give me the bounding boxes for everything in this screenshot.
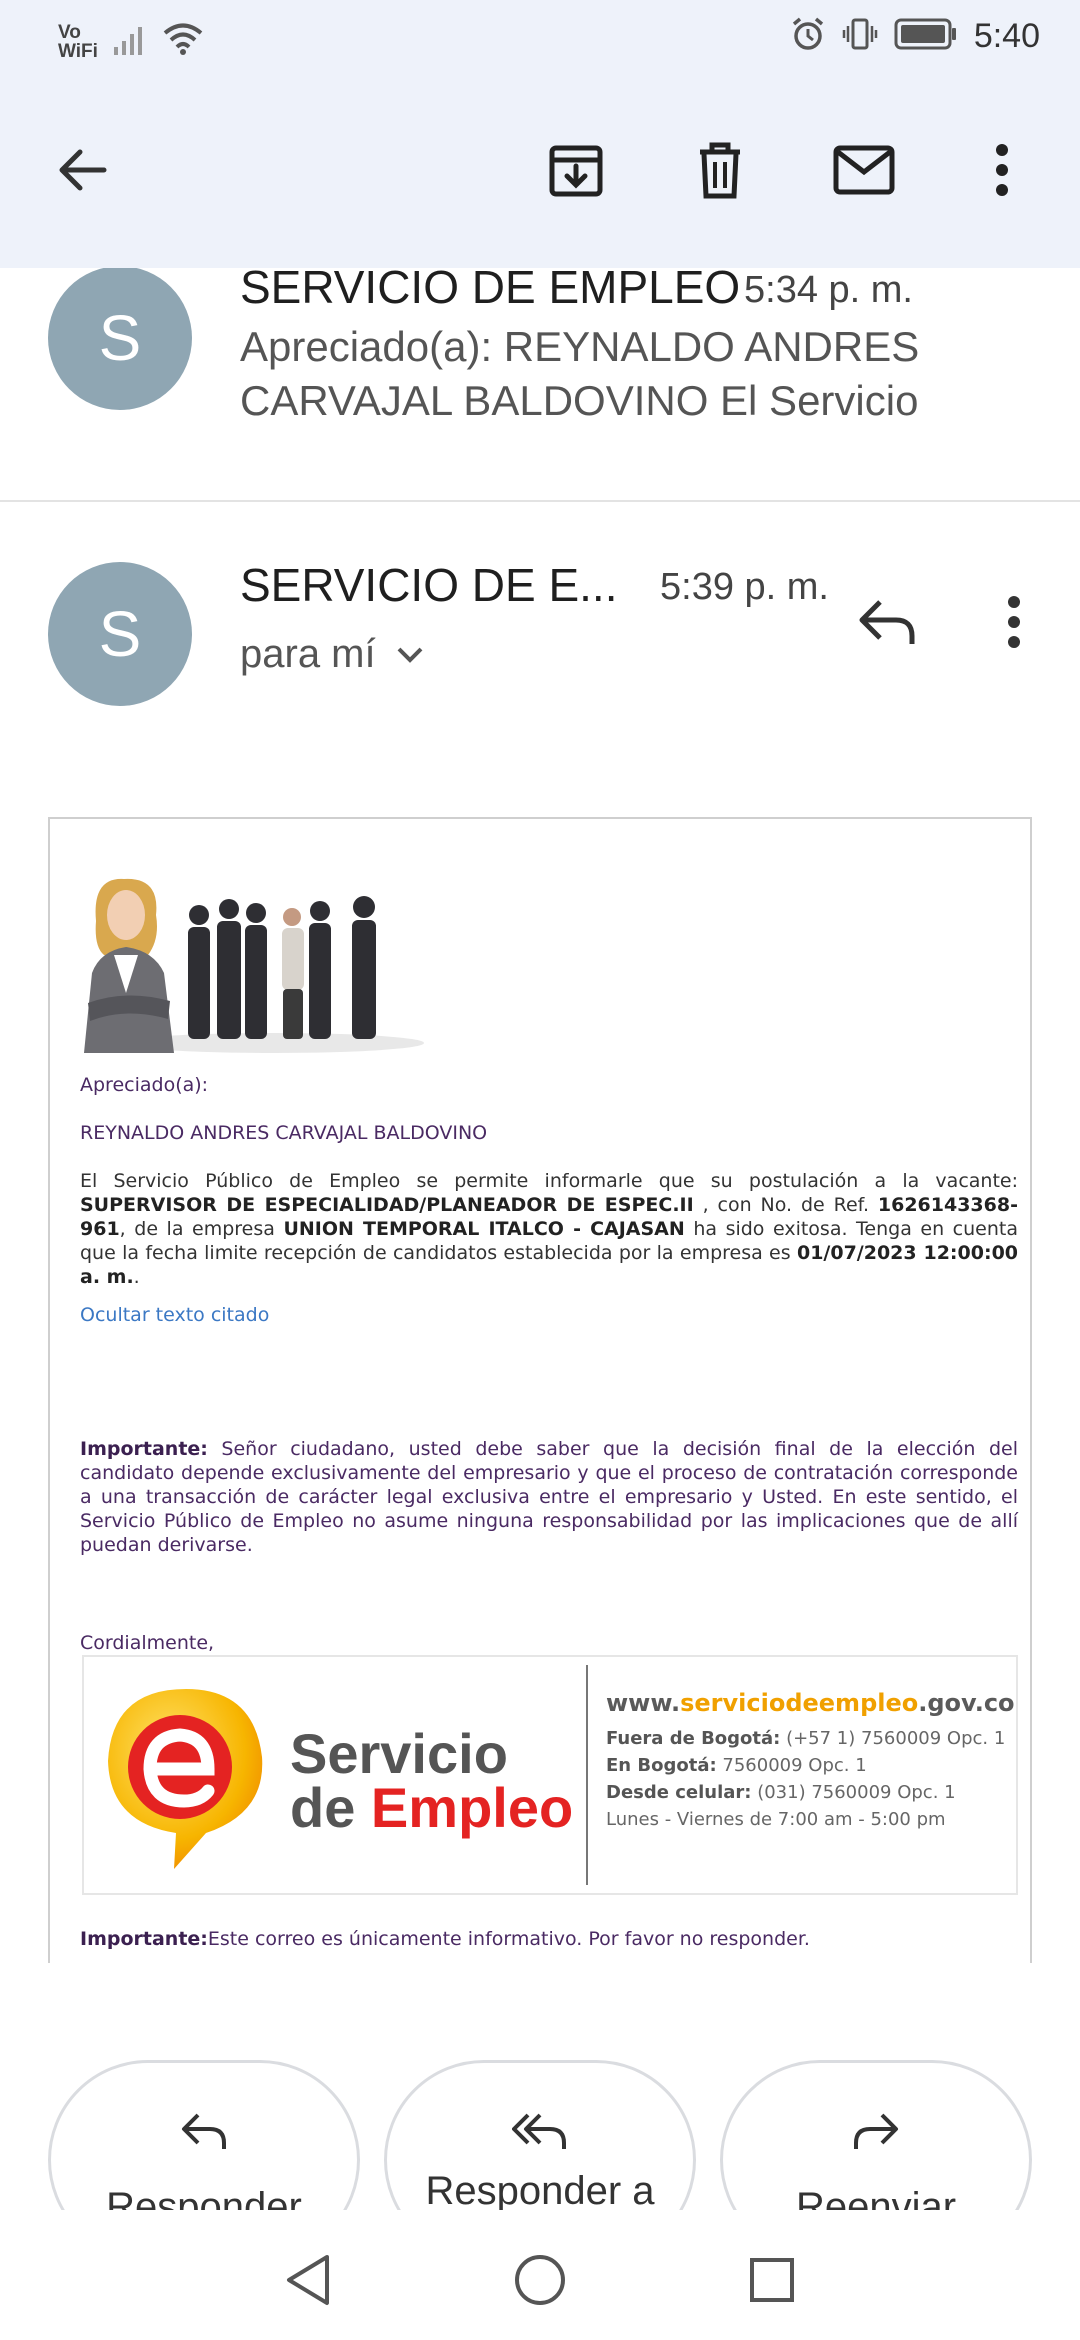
url-suffix: .gov.co bbox=[918, 1689, 1015, 1717]
brand-empleo: Empleo bbox=[370, 1776, 574, 1839]
email-body: Apreciado(a): REYNALDO ANDRES CARVAJAL B… bbox=[48, 817, 1032, 1963]
recipient-details[interactable]: para mí bbox=[240, 632, 424, 677]
alarm-icon bbox=[790, 16, 826, 57]
closing: Cordialmente, bbox=[80, 1632, 215, 1654]
reply-all-icon bbox=[512, 2113, 566, 2149]
status-left: Vo WiFi bbox=[58, 22, 204, 61]
more-vert-icon bbox=[1008, 596, 1020, 648]
nav-home-icon bbox=[515, 2255, 565, 2305]
phone-outside-bogota: Fuera de Bogotá: (+57 1) 7560009 Opc. 1 bbox=[606, 1725, 1016, 1752]
intro-text: El Servicio Público de Empleo se permite… bbox=[80, 1170, 1018, 1192]
brand-line-1: Servicio bbox=[290, 1722, 508, 1785]
battery-icon bbox=[894, 17, 958, 56]
message-more-button[interactable] bbox=[974, 582, 1054, 662]
avatar[interactable]: S bbox=[48, 266, 192, 410]
url-prefix: www. bbox=[606, 1689, 681, 1717]
nav-back-button[interactable] bbox=[278, 2250, 338, 2310]
more-options-button[interactable] bbox=[962, 130, 1042, 210]
footer-text: Este correo es únicamente informativo. P… bbox=[207, 1928, 810, 1950]
ref-text: , con No. de Ref. bbox=[693, 1194, 878, 1216]
vowifi-label: Vo WiFi bbox=[58, 21, 98, 62]
mark-unread-button[interactable] bbox=[824, 130, 904, 210]
reply-icon bbox=[859, 600, 915, 644]
signature-banner: Servicio de Empleo www.serviciodeempleo.… bbox=[82, 1655, 1018, 1895]
signal-icon bbox=[112, 23, 148, 60]
clock: 5:40 bbox=[973, 17, 1040, 55]
vibrate-icon bbox=[842, 16, 878, 57]
period: . bbox=[133, 1266, 140, 1288]
footer-label: Importante: bbox=[80, 1928, 208, 1950]
message-time: 5:39 p. m. bbox=[660, 566, 829, 608]
archive-icon bbox=[549, 145, 603, 197]
nav-back-icon bbox=[287, 2255, 329, 2305]
url-domain: serviciodeempleo bbox=[680, 1689, 919, 1717]
phone-value: (031) 7560009 Opc. 1 bbox=[751, 1782, 956, 1803]
phone-value: 7560009 Opc. 1 bbox=[716, 1755, 867, 1776]
contact-info: www.serviciodeempleo.gov.co Fuera de Bog… bbox=[606, 1691, 1016, 1833]
nav-recents-button[interactable] bbox=[742, 2250, 802, 2310]
professionals-photo bbox=[64, 843, 424, 1053]
postulation-paragraph: El Servicio Público de Empleo se permite… bbox=[80, 1169, 1018, 1289]
avatar[interactable]: S bbox=[48, 562, 192, 706]
brand-line-2: de Empleo bbox=[290, 1780, 573, 1836]
recipient-label: para mí bbox=[240, 632, 376, 676]
brand-de: de bbox=[290, 1776, 371, 1839]
delete-icon bbox=[700, 142, 740, 199]
important-label: Importante: bbox=[80, 1438, 208, 1460]
status-right: 5:40 bbox=[790, 16, 1040, 57]
reply-all-label: Responder a bbox=[425, 2169, 655, 2213]
sender-name: SERVICIO DE EMPLEO bbox=[240, 261, 741, 313]
more-vert-icon bbox=[996, 144, 1008, 196]
collapsed-message[interactable]: S SERVICIO DE EMPLEO 5:34 p. m. Apreciad… bbox=[0, 261, 1080, 502]
footer-note: Importante:Este correo es únicamente inf… bbox=[80, 1927, 810, 1951]
phone-bogota: En Bogotá: 7560009 Opc. 1 bbox=[606, 1752, 1016, 1779]
company-text: , de la empresa bbox=[119, 1218, 284, 1240]
hide-quoted-text-link[interactable]: Ocultar texto citado bbox=[80, 1303, 269, 1327]
avatar-letter: S bbox=[98, 302, 142, 374]
message-time: 5:34 p. m. bbox=[744, 269, 913, 311]
nav-recents-icon bbox=[750, 2258, 794, 2302]
important-paragraph: Importante: Señor ciudadano, usted debe … bbox=[80, 1437, 1018, 1557]
phone-label: En Bogotá: bbox=[606, 1755, 717, 1776]
system-nav-bar bbox=[0, 2210, 1080, 2340]
office-hours: Lunes - Viernes de 7:00 am - 5:00 pm bbox=[606, 1809, 946, 1830]
phone-label: Fuera de Bogotá: bbox=[606, 1728, 781, 1749]
recipient-name: REYNALDO ANDRES CARVAJAL BALDOVINO bbox=[80, 1122, 488, 1144]
brand-name: Servicio de Empleo bbox=[290, 1722, 573, 1836]
message-snippet: Apreciado(a): REYNALDO ANDRES CARVAJAL B… bbox=[240, 323, 920, 424]
back-arrow-icon bbox=[59, 149, 107, 191]
phone-mobile: Desde celular: (031) 7560009 Opc. 1 bbox=[606, 1779, 1016, 1806]
top-bar: Vo WiFi 5:40 bbox=[0, 0, 1080, 268]
vacancy-title: SUPERVISOR DE ESPECIALIDAD/PLANEADOR DE … bbox=[80, 1194, 694, 1216]
phone-label: Desde celular: bbox=[606, 1782, 752, 1803]
servicio-empleo-logo-icon bbox=[108, 1689, 263, 1869]
sender-name[interactable]: SERVICIO DE E... bbox=[240, 558, 617, 612]
website-url[interactable]: www.serviciodeempleo.gov.co bbox=[606, 1691, 1016, 1715]
delete-button[interactable] bbox=[680, 130, 760, 210]
greeting: Apreciado(a): bbox=[80, 1074, 209, 1096]
phone-value: (+57 1) 7560009 Opc. 1 bbox=[780, 1728, 1006, 1749]
wifi-icon bbox=[162, 22, 204, 61]
banner-divider bbox=[586, 1665, 588, 1885]
mail-icon bbox=[833, 145, 895, 195]
archive-button[interactable] bbox=[536, 130, 616, 210]
forward-icon bbox=[854, 2113, 898, 2149]
chevron-down-icon bbox=[397, 647, 423, 663]
avatar-letter: S bbox=[98, 598, 142, 670]
company-name: UNION TEMPORAL ITALCO - CAJASAN bbox=[283, 1218, 685, 1240]
nav-home-button[interactable] bbox=[510, 2250, 570, 2310]
back-button[interactable] bbox=[42, 130, 122, 210]
reply-button[interactable] bbox=[848, 582, 928, 662]
important-text: Señor ciudadano, usted debe saber que la… bbox=[80, 1438, 1018, 1556]
reply-icon bbox=[182, 2113, 226, 2149]
